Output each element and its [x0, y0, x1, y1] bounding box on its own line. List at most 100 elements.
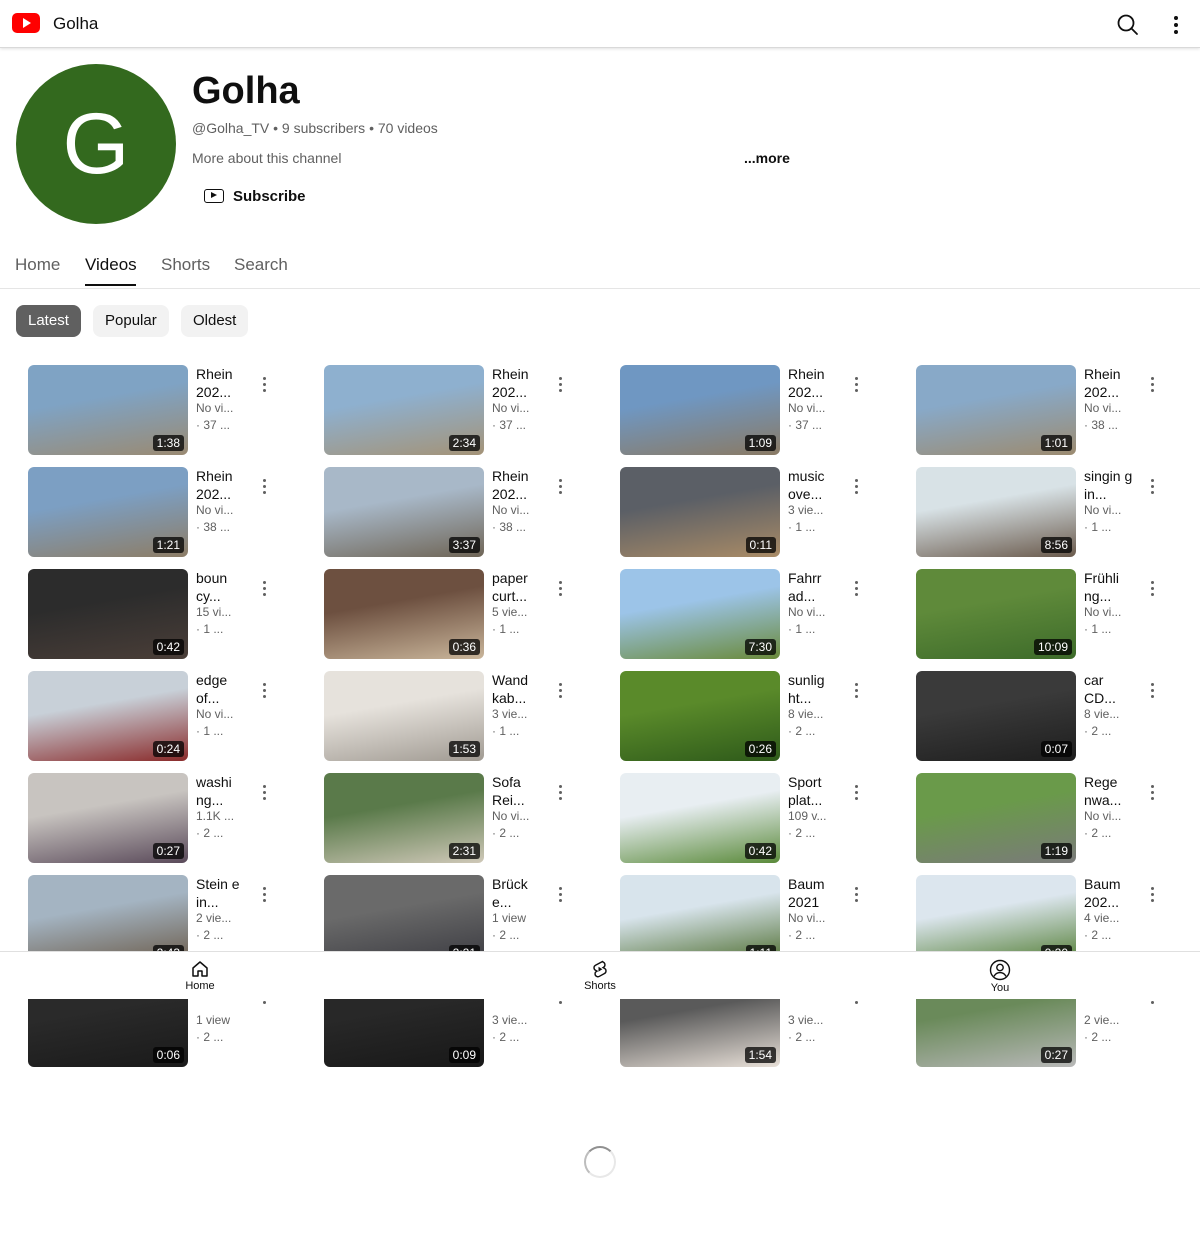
video-menu-icon[interactable] [850, 885, 862, 905]
video-title[interactable]: Sport plat... [788, 773, 840, 809]
video-card[interactable]: 8:56 singin g in... No vi... · 1 ... [916, 467, 1176, 559]
video-card[interactable]: 1:01 Rhein 202... No vi... · 38 ... [916, 365, 1176, 457]
video-title[interactable]: Frühli ng... [1084, 569, 1136, 605]
video-thumbnail[interactable]: 0:27 [28, 773, 188, 863]
video-thumbnail[interactable]: 7:30 [620, 569, 780, 659]
video-title[interactable]: paper curt... [492, 569, 544, 605]
video-card[interactable]: 0:27 washi ng... 1.1K ... · 2 ... [28, 773, 288, 865]
video-title[interactable]: Sofa Rei... [492, 773, 544, 809]
video-title[interactable]: sunlig ht... [788, 671, 840, 707]
video-title[interactable]: Rhein 202... [196, 365, 248, 401]
channel-about[interactable]: More about this channel [192, 150, 341, 166]
more-vert-icon[interactable] [1164, 12, 1188, 38]
video-card[interactable]: 1:53 Wand kab... 3 vie... · 1 ... [324, 671, 584, 763]
video-thumbnail[interactable]: 0:24 [28, 671, 188, 761]
video-thumbnail[interactable]: 10:09 [916, 569, 1076, 659]
video-title[interactable]: Brück e... [492, 875, 544, 911]
video-menu-icon[interactable] [258, 885, 270, 905]
video-title[interactable]: boun cy... [196, 569, 248, 605]
video-thumbnail[interactable]: 1:53 [324, 671, 484, 761]
video-title[interactable]: music ove... [788, 467, 840, 503]
video-card[interactable]: 1:38 Rhein 202... No vi... · 37 ... [28, 365, 288, 457]
video-title[interactable]: Fahrr ad... [788, 569, 840, 605]
video-thumbnail[interactable]: 1:38 [28, 365, 188, 455]
video-title[interactable]: edge of... [196, 671, 248, 707]
video-menu-icon[interactable] [554, 681, 566, 701]
tab-videos[interactable]: Videos [85, 255, 137, 275]
video-menu-icon[interactable] [850, 579, 862, 599]
video-menu-icon[interactable] [258, 579, 270, 599]
video-title[interactable]: Rhein 202... [1084, 365, 1136, 401]
video-title[interactable]: Rhein 202... [196, 467, 248, 503]
video-menu-icon[interactable] [554, 375, 566, 395]
video-menu-icon[interactable] [1146, 681, 1158, 701]
chip-latest[interactable]: Latest [16, 305, 81, 337]
video-card[interactable]: 0:07 car CD... 8 vie... · 2 ... [916, 671, 1176, 763]
video-thumbnail[interactable]: 1:09 [620, 365, 780, 455]
search-icon[interactable] [1115, 12, 1141, 38]
video-thumbnail[interactable]: 8:56 [916, 467, 1076, 557]
video-card[interactable]: 0:11 music ove... 3 vie... · 1 ... [620, 467, 880, 559]
chip-popular[interactable]: Popular [93, 305, 169, 337]
video-card[interactable]: 0:36 paper curt... 5 vie... · 1 ... [324, 569, 584, 661]
video-title[interactable]: Rege nwa... [1084, 773, 1136, 809]
video-thumbnail[interactable]: 1:19 [916, 773, 1076, 863]
tab-shorts[interactable]: Shorts [161, 255, 210, 275]
video-card[interactable]: 1:21 Rhein 202... No vi... · 38 ... [28, 467, 288, 559]
video-menu-icon[interactable] [1146, 579, 1158, 599]
video-thumbnail[interactable]: 2:34 [324, 365, 484, 455]
video-thumbnail[interactable]: 1:01 [916, 365, 1076, 455]
video-title[interactable]: Rhein 202... [492, 467, 544, 503]
video-title[interactable]: singin g in... [1084, 467, 1136, 503]
video-thumbnail[interactable]: 0:42 [28, 569, 188, 659]
video-card[interactable]: 7:30 Fahrr ad... No vi... · 1 ... [620, 569, 880, 661]
channel-more-link[interactable]: ...more [744, 150, 790, 166]
video-thumbnail[interactable]: 0:36 [324, 569, 484, 659]
video-menu-icon[interactable] [850, 477, 862, 497]
video-menu-icon[interactable] [554, 783, 566, 803]
video-thumbnail[interactable]: 0:07 [916, 671, 1076, 761]
nav-home[interactable]: Home [160, 952, 240, 1000]
video-thumbnail[interactable]: 1:21 [28, 467, 188, 557]
video-card[interactable]: 1:09 Rhein 202... No vi... · 37 ... [620, 365, 880, 457]
video-menu-icon[interactable] [1146, 885, 1158, 905]
video-menu-icon[interactable] [258, 681, 270, 701]
app-title[interactable]: Golha [53, 14, 98, 34]
video-thumbnail[interactable]: 0:42 [620, 773, 780, 863]
video-menu-icon[interactable] [850, 375, 862, 395]
tab-home[interactable]: Home [15, 255, 60, 275]
video-title[interactable]: Wand kab... [492, 671, 544, 707]
video-title[interactable]: Baum 2021 [788, 875, 840, 911]
video-title[interactable]: Rhein 202... [788, 365, 840, 401]
video-menu-icon[interactable] [554, 477, 566, 497]
video-card[interactable]: 0:42 Sport plat... 109 v... · 2 ... [620, 773, 880, 865]
video-card[interactable]: 0:42 boun cy... 15 vi... · 1 ... [28, 569, 288, 661]
video-title[interactable]: washi ng... [196, 773, 248, 809]
chip-oldest[interactable]: Oldest [181, 305, 249, 337]
video-card[interactable]: 2:31 Sofa Rei... No vi... · 2 ... [324, 773, 584, 865]
video-menu-icon[interactable] [554, 579, 566, 599]
video-menu-icon[interactable] [850, 783, 862, 803]
video-menu-icon[interactable] [554, 885, 566, 905]
video-card[interactable]: 1:19 Rege nwa... No vi... · 2 ... [916, 773, 1176, 865]
tab-search[interactable]: Search [234, 255, 288, 275]
video-title[interactable]: car CD... [1084, 671, 1136, 707]
youtube-logo-icon[interactable] [12, 13, 40, 33]
video-menu-icon[interactable] [258, 375, 270, 395]
video-thumbnail[interactable]: 0:11 [620, 467, 780, 557]
nav-shorts[interactable]: Shorts [560, 952, 640, 1000]
video-menu-icon[interactable] [258, 477, 270, 497]
subscribe-button[interactable]: Subscribe [196, 182, 314, 210]
video-title[interactable]: Rhein 202... [492, 365, 544, 401]
video-card[interactable]: 0:26 sunlig ht... 8 vie... · 2 ... [620, 671, 880, 763]
video-card[interactable]: 0:24 edge of... No vi... · 1 ... [28, 671, 288, 763]
video-menu-icon[interactable] [1146, 375, 1158, 395]
video-card[interactable]: 3:37 Rhein 202... No vi... · 38 ... [324, 467, 584, 559]
video-thumbnail[interactable]: 0:26 [620, 671, 780, 761]
video-card[interactable]: 2:34 Rhein 202... No vi... · 37 ... [324, 365, 584, 457]
video-title[interactable]: Stein e in... [196, 875, 248, 911]
video-menu-icon[interactable] [850, 681, 862, 701]
video-menu-icon[interactable] [258, 783, 270, 803]
video-thumbnail[interactable]: 3:37 [324, 467, 484, 557]
video-menu-icon[interactable] [1146, 783, 1158, 803]
